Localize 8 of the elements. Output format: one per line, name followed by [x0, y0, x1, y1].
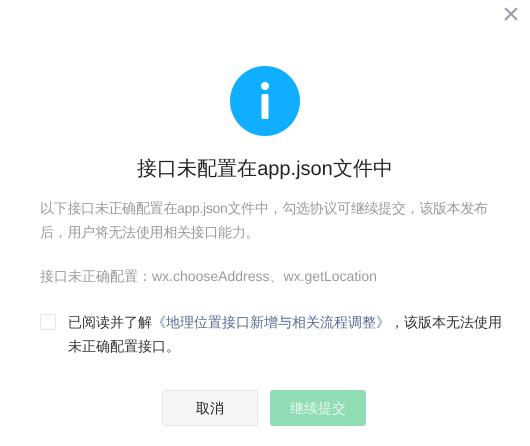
cancel-button[interactable]: 取消	[162, 390, 258, 426]
config-note: 接口未正确配置：wx.chooseAddress、wx.getLocation	[40, 267, 378, 286]
agreement-checkbox[interactable]	[40, 314, 56, 330]
description-text: 以下接口未正确配置在app.json文件中，勾选协议可继续提交，该版本发布后，用户将无法使用相关接口能力。	[40, 199, 489, 242]
agreement-link[interactable]: 《地理位置接口新增与相关流程调整》	[152, 314, 390, 330]
dialog-title: 接口未配置在app.json文件中	[137, 157, 393, 182]
info-icon	[230, 66, 300, 136]
agreement-text: 已阅读并了解《地理位置接口新增与相关流程调整》，该版本无法使用未正确配置接口。	[68, 313, 503, 356]
